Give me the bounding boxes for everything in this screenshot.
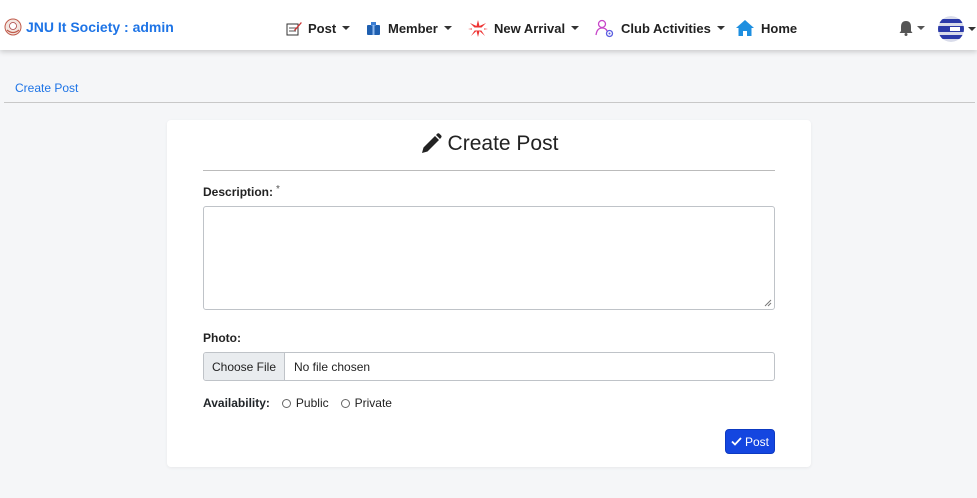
chevron-down-icon xyxy=(443,26,452,30)
public-label: Public xyxy=(295,396,329,410)
nav-home[interactable]: Home xyxy=(735,18,797,38)
nav-post-label: Post xyxy=(308,20,337,36)
pen-paper-icon xyxy=(286,21,302,35)
people-gear-icon xyxy=(595,19,614,37)
resize-handle-icon[interactable] xyxy=(764,299,772,307)
title-divider xyxy=(203,170,775,171)
home-icon xyxy=(736,20,754,36)
nav-post[interactable]: Post xyxy=(285,18,351,38)
chevron-down-icon xyxy=(716,26,725,30)
page-title: Create Post xyxy=(167,132,811,156)
radio-circle-icon[interactable] xyxy=(281,398,291,408)
radio-circle-icon[interactable] xyxy=(340,398,350,408)
user-menu-button[interactable] xyxy=(938,16,976,42)
nav-member[interactable]: Member xyxy=(365,18,452,38)
notifications-button[interactable] xyxy=(898,20,925,36)
checkmark-icon xyxy=(731,437,742,446)
chevron-down-icon xyxy=(571,26,580,30)
nav-member-label: Member xyxy=(388,20,438,36)
avatar xyxy=(938,16,964,42)
breadcrumb[interactable]: Create Post xyxy=(15,81,78,95)
required-mark: * xyxy=(276,184,280,195)
breadcrumb-divider xyxy=(4,102,975,103)
nav-home-label: Home xyxy=(761,20,798,36)
nav-club-activities-label: Club Activities xyxy=(621,20,711,36)
availability-public-radio[interactable]: Public xyxy=(281,396,329,410)
availability-group: Availability: Public Private xyxy=(203,396,404,410)
bell-icon xyxy=(899,21,913,36)
availability-label: Availability: xyxy=(203,396,270,410)
choose-file-button[interactable]: Choose File xyxy=(204,353,285,380)
top-navbar: JNU It Society : admin Post Member New A… xyxy=(0,0,977,50)
brand-title: JNU It Society : admin xyxy=(26,19,174,35)
nav-new-arrival[interactable]: New Arrival xyxy=(468,18,580,38)
post-submit-button[interactable]: Post xyxy=(725,429,775,454)
post-button-label: Post xyxy=(744,434,769,449)
file-status-text: No file chosen xyxy=(294,359,371,374)
description-label: Description: * xyxy=(203,184,280,199)
description-label-text: Description: xyxy=(203,185,274,199)
availability-private-radio[interactable]: Private xyxy=(340,396,392,410)
nav-club-activities[interactable]: Club Activities xyxy=(594,18,725,38)
create-post-card: Create Post Description: * Photo: Choose … xyxy=(167,120,811,467)
brand-link[interactable]: JNU It Society : admin xyxy=(4,18,174,36)
member-icon xyxy=(367,21,380,35)
chevron-down-icon xyxy=(342,26,351,30)
chevron-down-icon xyxy=(968,27,976,31)
chevron-down-icon xyxy=(917,26,925,30)
private-label: Private xyxy=(354,396,392,410)
photo-file-input[interactable]: Choose File No file chosen xyxy=(203,352,775,381)
photo-label: Photo: xyxy=(203,331,241,345)
pencil-icon xyxy=(421,133,442,153)
page-title-text: Create Post xyxy=(447,132,559,155)
description-textarea[interactable] xyxy=(203,206,775,310)
nav-new-arrival-label: New Arrival xyxy=(494,20,566,36)
society-logo-icon xyxy=(4,18,22,36)
starburst-icon xyxy=(468,19,488,37)
